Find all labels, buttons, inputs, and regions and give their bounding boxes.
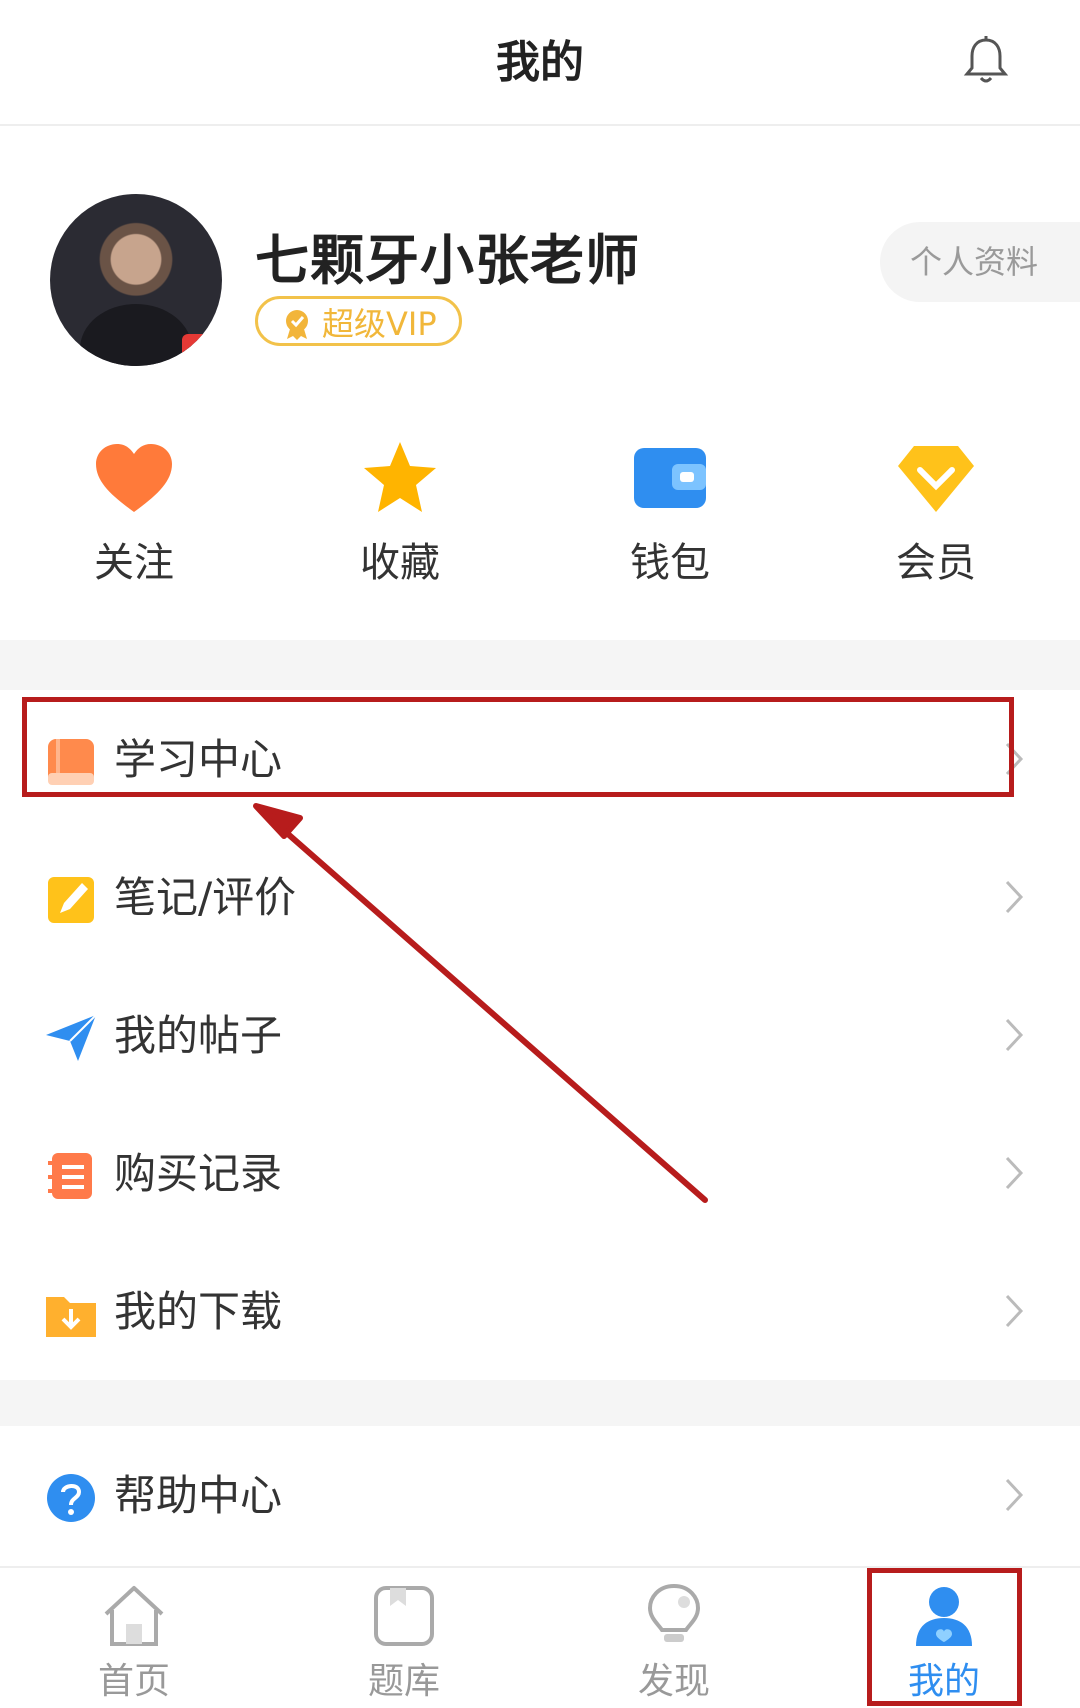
tab-home[interactable]: 首页 — [44, 1568, 224, 1708]
menu-item-my-downloads[interactable]: 我的下载 — [0, 1242, 1080, 1380]
home-icon — [104, 1586, 164, 1646]
quick-action-follow[interactable]: 关注 — [34, 440, 234, 588]
receipt-icon — [48, 1153, 92, 1199]
profile-details-button[interactable]: 个人资料 — [880, 222, 1080, 302]
tab-label: 首页 — [97, 1661, 170, 1702]
vip-medal-icon — [286, 310, 308, 340]
menu-item-notes-reviews[interactable]: 笔记/评价 — [0, 828, 1080, 966]
user-name: 七颗牙小张老师 — [255, 229, 640, 292]
tab-label: 发现 — [637, 1661, 710, 1702]
quick-action-label: 收藏 — [360, 540, 440, 586]
quick-action-label: 关注 — [94, 540, 174, 586]
quick-action-favorites[interactable]: 收藏 — [300, 440, 500, 588]
page-title: 我的 — [496, 37, 584, 88]
diamond-icon — [898, 446, 974, 512]
note-pen-icon — [48, 877, 94, 923]
vip-label: 超级VIP — [322, 305, 437, 343]
chevron-right-icon — [1005, 1156, 1024, 1190]
menu-item-label: 我的帖子 — [114, 1011, 283, 1060]
tab-discover[interactable]: 发现 — [584, 1568, 764, 1708]
top-bar: 我的 — [0, 0, 1080, 126]
chevron-right-icon — [1005, 1478, 1024, 1512]
quick-action-label: 会员 — [896, 540, 976, 586]
section-divider — [0, 640, 1080, 690]
quick-action-label: 钱包 — [630, 540, 710, 586]
tab-question-bank[interactable]: 题库 — [314, 1568, 494, 1708]
tab-label: 题库 — [367, 1661, 440, 1702]
menu-item-label: 笔记/评价 — [114, 873, 297, 922]
heart-icon — [96, 444, 172, 512]
annotation-highlight-box — [22, 697, 1014, 797]
wallet-icon — [634, 448, 706, 508]
bell-icon[interactable] — [962, 34, 1010, 86]
menu-item-label: 购买记录 — [114, 1149, 283, 1198]
chevron-right-icon — [1005, 1294, 1024, 1328]
quick-action-wallet[interactable]: 钱包 — [570, 440, 770, 588]
annotation-tab-highlight-box — [867, 1568, 1022, 1706]
quick-action-membership[interactable]: 会员 — [836, 440, 1036, 588]
menu-item-purchase-history[interactable]: 购买记录 — [0, 1104, 1080, 1242]
menu-item-label: 我的下载 — [114, 1287, 283, 1336]
section-divider — [0, 1380, 1080, 1426]
quick-actions: 关注 收藏 钱包 会员 — [0, 440, 1080, 640]
paper-plane-icon — [46, 1014, 97, 1061]
download-folder-icon — [46, 1297, 96, 1337]
lightbulb-icon — [647, 1583, 701, 1642]
question-icon — [47, 1474, 95, 1522]
menu-item-my-posts[interactable]: 我的帖子 — [0, 966, 1080, 1104]
chevron-right-icon — [1005, 1018, 1024, 1052]
vip-badge[interactable]: 超级VIP — [255, 296, 462, 346]
avatar-badge-icon — [182, 334, 212, 360]
star-icon — [364, 442, 436, 512]
menu-item-label: 帮助中心 — [114, 1471, 283, 1520]
avatar[interactable] — [50, 194, 222, 366]
chevron-right-icon — [1005, 880, 1024, 914]
question-bank-icon — [374, 1586, 434, 1646]
menu-item-help-center[interactable]: 帮助中心 — [0, 1426, 1080, 1564]
